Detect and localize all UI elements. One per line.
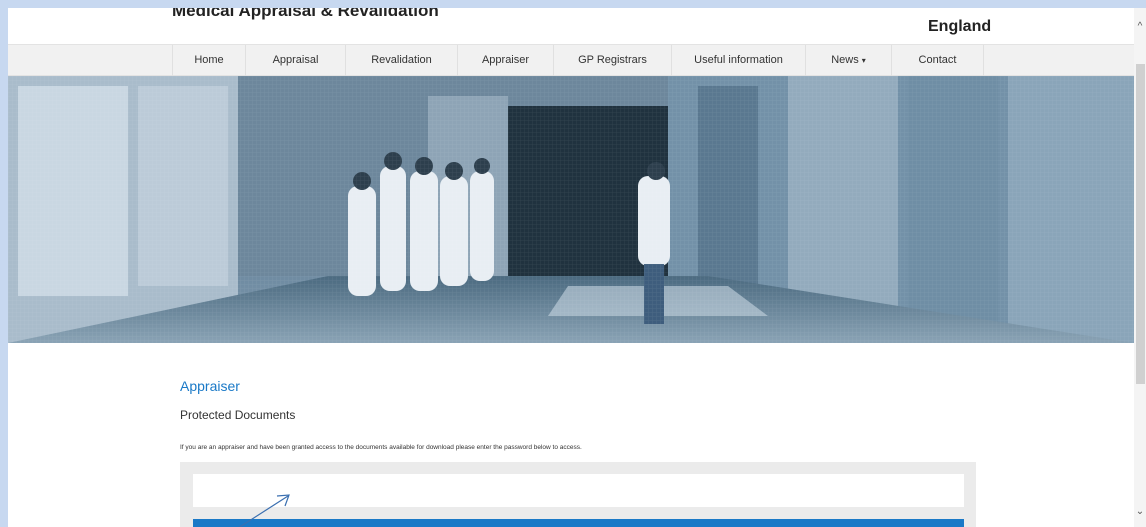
nav-news[interactable]: News ▾: [806, 45, 892, 76]
nav-revalidation[interactable]: Revalidation: [346, 45, 458, 76]
page: Medical Appraisal & Revalidation England…: [8, 8, 1134, 527]
nav-news-label: News: [831, 54, 859, 66]
caret-down-icon: ▾: [861, 56, 866, 65]
submit-button[interactable]: [193, 519, 964, 527]
annotation-arrow-icon: [238, 494, 290, 527]
password-input[interactable]: [193, 474, 964, 507]
intro-text: If you are an appraiser and have been gr…: [180, 444, 582, 451]
chevron-up-icon[interactable]: ^: [1134, 20, 1146, 34]
nav-revalidation-label: Revalidation: [371, 54, 432, 66]
nav-appraisal-label: Appraisal: [272, 54, 319, 66]
nav-appraiser-label: Appraiser: [481, 54, 530, 66]
site-title[interactable]: Medical Appraisal & Revalidation: [172, 8, 439, 21]
nav-useful-information-label: Useful information: [694, 54, 783, 66]
chevron-down-icon[interactable]: ⌄: [1134, 505, 1146, 519]
section-subtitle: Protected Documents: [180, 408, 296, 422]
nav-appraiser[interactable]: Appraiser: [458, 45, 554, 76]
main-nav: Home Appraisal Revalidation Appraiser GP…: [8, 44, 1134, 76]
page-title: Appraiser: [180, 378, 240, 394]
nav-contact-label: Contact: [918, 54, 957, 66]
site-header: Medical Appraisal & Revalidation England: [8, 8, 1134, 44]
nav-useful-information[interactable]: Useful information: [672, 45, 806, 76]
nav-gp-registrars-label: GP Registrars: [578, 54, 647, 66]
region-label: England: [928, 18, 992, 35]
hero-banner-image: [8, 76, 1134, 343]
nav-contact[interactable]: Contact: [892, 45, 984, 76]
nav-home[interactable]: Home: [172, 45, 246, 76]
nav-appraisal[interactable]: Appraisal: [246, 45, 346, 76]
nav-gp-registrars[interactable]: GP Registrars: [554, 45, 672, 76]
scrollbar-thumb[interactable]: [1136, 64, 1145, 384]
nav-home-label: Home: [194, 54, 224, 66]
hero-hallway-illustration: [8, 76, 1134, 343]
